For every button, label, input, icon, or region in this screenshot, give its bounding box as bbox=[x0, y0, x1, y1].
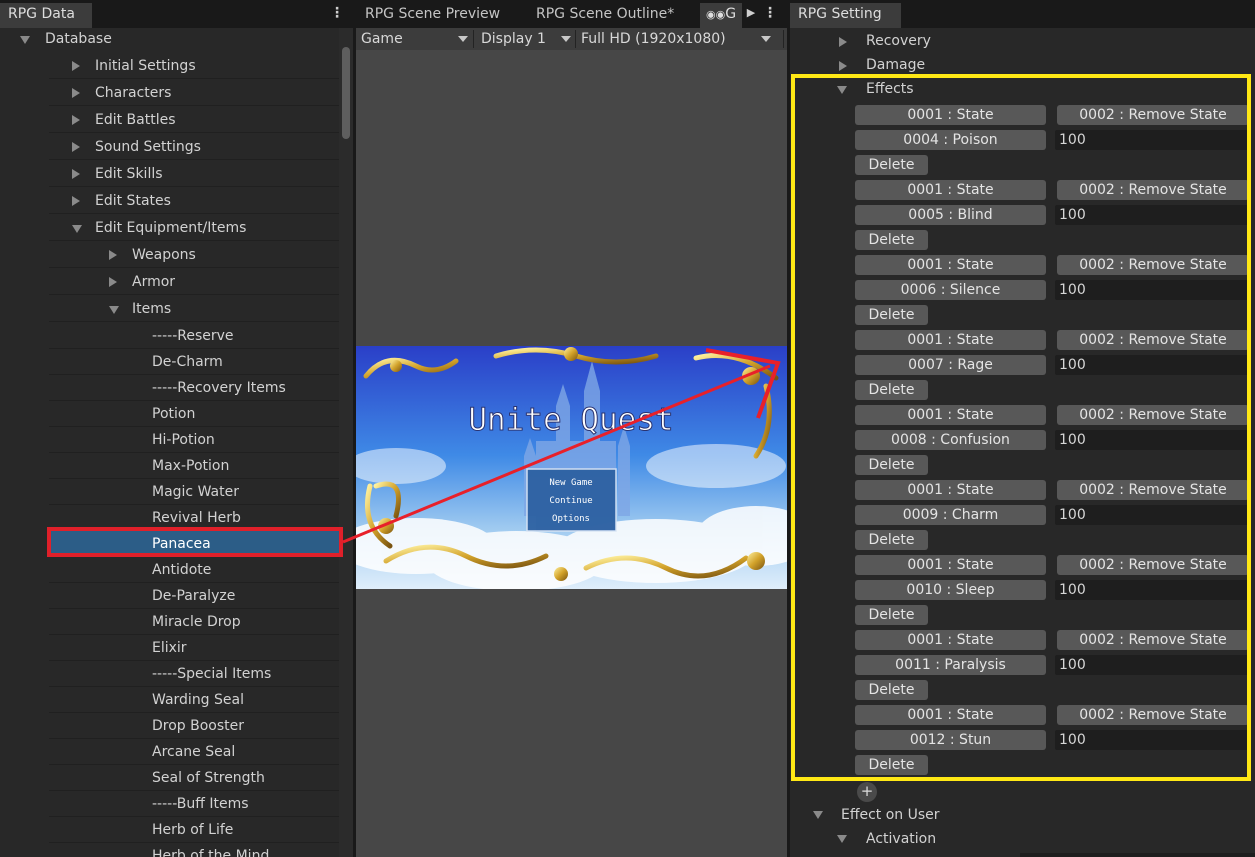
annotation-arrow bbox=[342, 348, 781, 544]
